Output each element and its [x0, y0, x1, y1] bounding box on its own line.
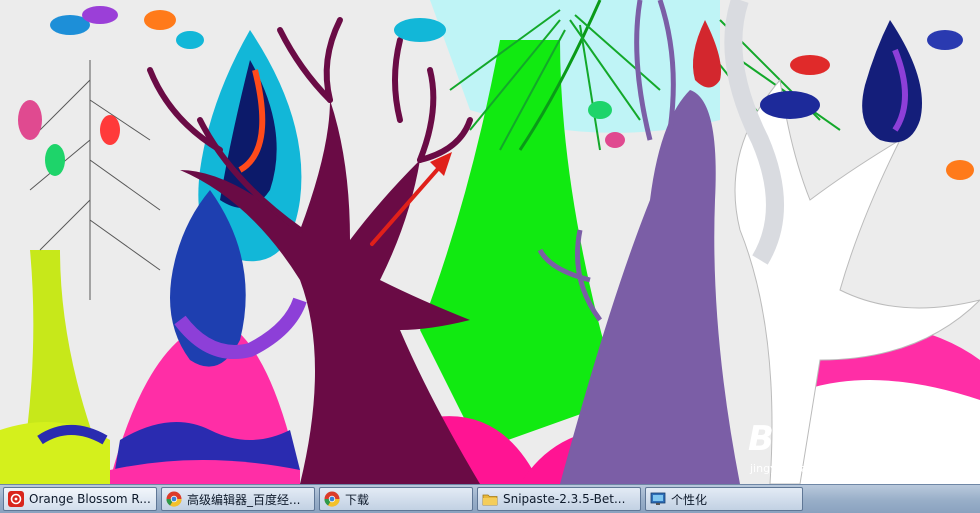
taskbar-button-snipaste-folder[interactable]: Snipaste-2.3.5-Bet... [477, 487, 641, 511]
chrome-icon [324, 491, 340, 507]
taskbar-button-editor[interactable]: 高级编辑器_百度经... [161, 487, 315, 511]
watermark-brand-du: du [818, 444, 838, 460]
folder-icon [482, 491, 498, 507]
taskbar-button-label: 高级编辑器_百度经... [187, 492, 301, 507]
taskbar-button-label: 个性化 [671, 492, 708, 507]
chrome-icon [166, 491, 182, 507]
watermark-product: 经验 [860, 426, 912, 457]
taskbar-button-personalization[interactable]: 个性化 [645, 487, 803, 511]
taskbar-button-music-player[interactable]: Orange Blossom R... [3, 487, 157, 511]
watermark-url: jingyan.baidu.com [749, 462, 852, 475]
display-settings-icon [650, 491, 666, 507]
watermark-brand: Bai [748, 419, 810, 459]
music-player-icon [8, 491, 24, 507]
taskbar-button-label: 下载 [345, 492, 370, 507]
taskbar-button-downloads[interactable]: 下载 [319, 487, 473, 511]
baidu-watermark: Bai du 经验 jingyan.baidu.com [748, 410, 928, 480]
taskbar: Orange Blossom R... 高级编辑器_百度经... 下载 Snip… [0, 484, 980, 513]
taskbar-button-label: Orange Blossom R... [29, 492, 151, 506]
taskbar-button-label: Snipaste-2.3.5-Bet... [503, 492, 626, 506]
